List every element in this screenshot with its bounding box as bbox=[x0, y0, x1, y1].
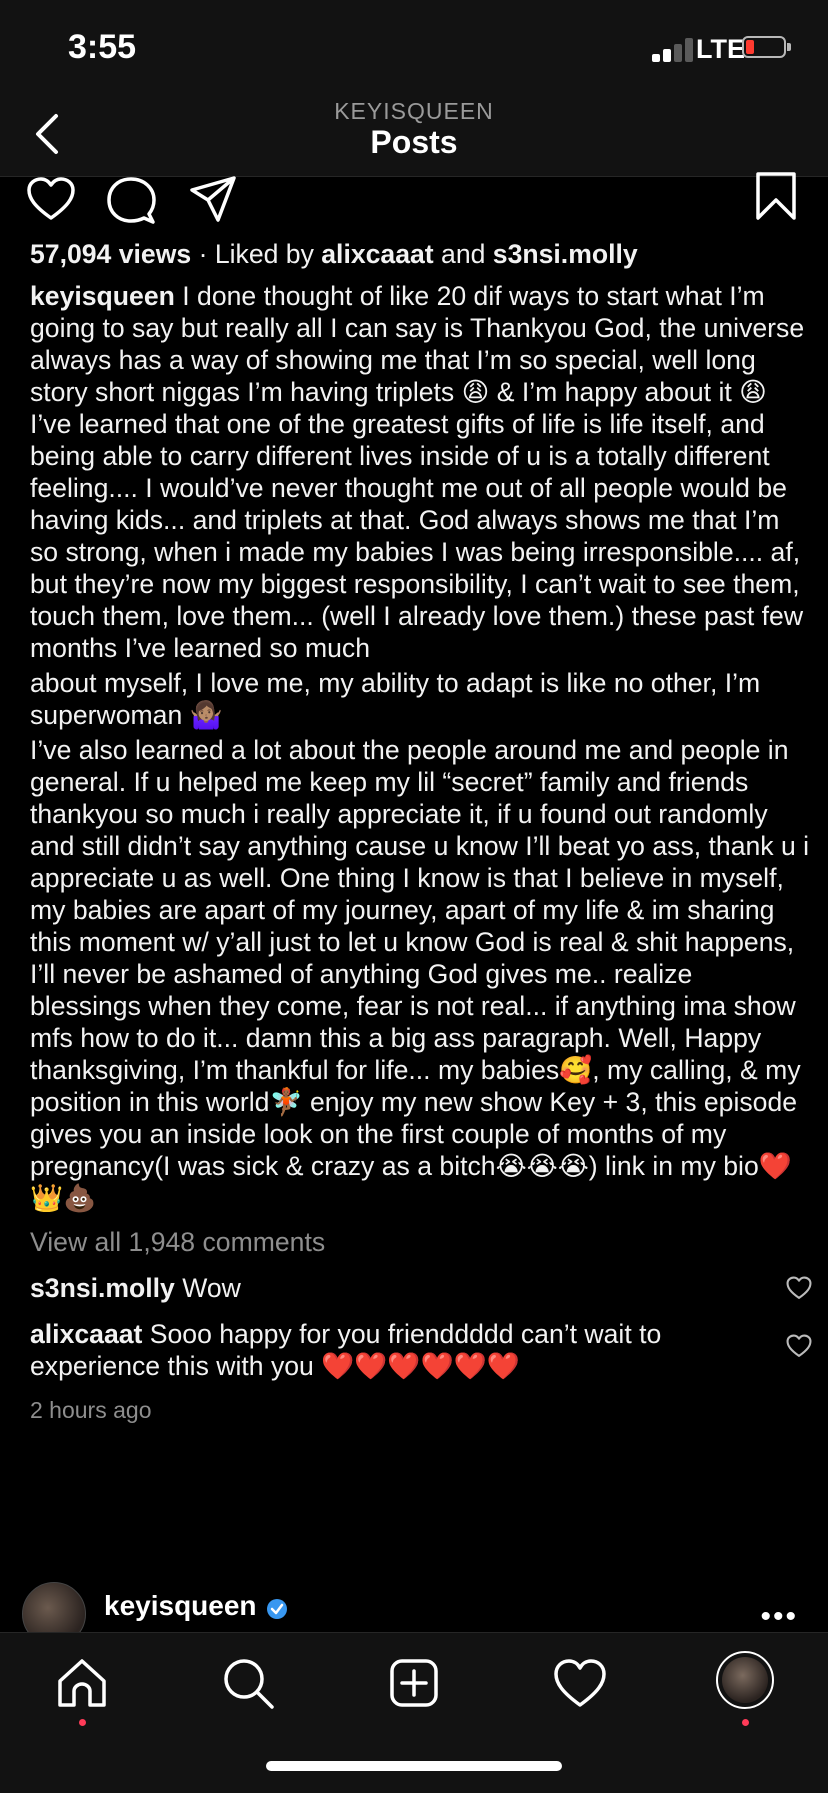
comment-username[interactable]: s3nsi.molly bbox=[30, 1273, 175, 1303]
view-all-comments-link[interactable]: View all 1,948 comments bbox=[30, 1226, 810, 1258]
search-icon[interactable] bbox=[218, 1653, 278, 1713]
home-icon[interactable] bbox=[52, 1653, 112, 1713]
post-author-username[interactable]: keyisqueen bbox=[104, 1590, 257, 1622]
views-count[interactable]: 57,094 views bbox=[30, 239, 191, 269]
comment-item: alixcaaat Sooo happy for you frienddddd … bbox=[30, 1318, 812, 1382]
liked-by-and: and bbox=[441, 239, 486, 269]
liked-by-user[interactable]: s3nsi.molly bbox=[493, 239, 638, 269]
status-bar: 3:55 LTE bbox=[0, 0, 828, 100]
more-options-icon[interactable]: ••• bbox=[760, 1600, 798, 1634]
nav-username: KEYISQUEEN bbox=[334, 98, 494, 124]
page-title: Posts bbox=[370, 124, 458, 160]
notification-dot bbox=[79, 1719, 86, 1726]
status-time: 3:55 bbox=[68, 28, 137, 66]
caption-text: I done thought of like 20 dif ways to st… bbox=[30, 281, 805, 663]
views-line: 57,094 views · Liked by alixcaaat and s3… bbox=[30, 238, 810, 270]
bookmark-icon[interactable] bbox=[754, 172, 798, 222]
nav-bar: KEYISQUEEN Posts bbox=[0, 98, 828, 177]
post-content: 57,094 views · Liked by alixcaaat and s3… bbox=[30, 238, 812, 1426]
comment-text: Wow bbox=[182, 1273, 241, 1303]
signal-icon bbox=[652, 36, 698, 62]
paper-plane-icon[interactable] bbox=[188, 174, 238, 224]
post-actions bbox=[0, 172, 828, 228]
tab-bar bbox=[0, 1632, 828, 1793]
liked-by-user[interactable]: alixcaaat bbox=[321, 239, 433, 269]
heart-icon[interactable] bbox=[550, 1653, 610, 1713]
battery-icon bbox=[742, 36, 791, 58]
comment-item: s3nsi.molly Wow bbox=[30, 1272, 812, 1304]
comment-bubble-icon[interactable] bbox=[106, 176, 156, 226]
home-indicator bbox=[266, 1761, 562, 1771]
liked-by-prefix: · Liked by bbox=[198, 239, 314, 269]
post-timestamp: 2 hours ago bbox=[30, 1397, 152, 1423]
caption-text: I’ve also learned a lot about the people… bbox=[30, 735, 810, 1213]
heart-icon[interactable] bbox=[26, 176, 76, 222]
network-label: LTE bbox=[696, 34, 745, 64]
caption-username[interactable]: keyisqueen bbox=[30, 281, 175, 311]
verified-badge-icon bbox=[267, 1599, 287, 1619]
comment-username[interactable]: alixcaaat bbox=[30, 1319, 142, 1349]
heart-icon[interactable] bbox=[786, 1276, 812, 1300]
next-post-header: keyisqueen ••• bbox=[0, 1582, 828, 1646]
notification-dot bbox=[742, 1719, 749, 1726]
profile-avatar[interactable] bbox=[716, 1651, 774, 1709]
caption-text: about myself, I love me, my ability to a… bbox=[30, 668, 761, 730]
add-post-icon[interactable] bbox=[384, 1653, 444, 1713]
heart-icon[interactable] bbox=[786, 1334, 812, 1358]
post-caption: keyisqueen I done thought of like 20 dif… bbox=[30, 280, 810, 1214]
